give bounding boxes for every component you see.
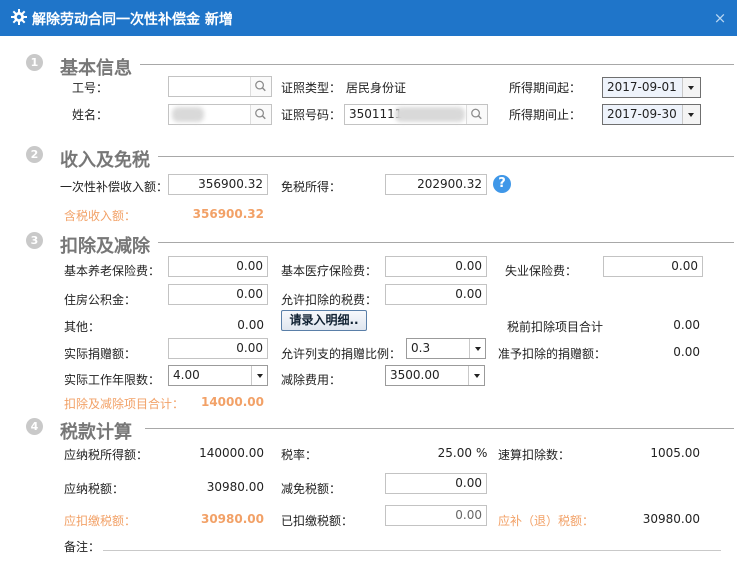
note-input[interactable] (103, 550, 721, 551)
id-number-label: 证照号码： (281, 108, 342, 122)
tax-rate-label: 税率： (281, 448, 318, 462)
search-icon[interactable] (250, 105, 271, 124)
unemployment-label: 失业保险费： (505, 264, 578, 278)
section-title-income: 收入及免税 (60, 150, 150, 171)
housing-fund-label: 住房公积金： (64, 293, 137, 307)
employee-id-label: 工号： (72, 81, 109, 95)
taxable-amount-value: 140000.00 (199, 446, 264, 460)
chevron-down-icon[interactable] (251, 366, 267, 385)
period-start-select[interactable]: 2017-09-01 (602, 77, 701, 98)
withhold-value: 30980.00 (200, 512, 264, 526)
taxable-income-value: 356900.32 (192, 207, 264, 221)
window-title: 解除劳动合同一次性补偿金 新增 (32, 12, 233, 28)
search-icon[interactable] (466, 105, 487, 124)
allowed-donation-label: 准予扣除的捐赠额： (498, 347, 607, 361)
tax-payable-label: 应纳税额： (64, 482, 125, 496)
chevron-down-icon[interactable] (682, 78, 700, 97)
donation-input[interactable]: 0.00 (168, 338, 268, 359)
other-value: 0.00 (237, 318, 264, 332)
tax-exempt-label: 免税所得： (281, 180, 342, 194)
withhold-label: 应扣缴税额： (64, 514, 137, 528)
section-title-basic-info: 基本信息 (60, 58, 132, 79)
section-title-deductions: 扣除及减除 (60, 236, 150, 257)
section-divider (140, 64, 734, 65)
section-divider (158, 156, 734, 157)
quick-deduct-value: 1005.00 (650, 446, 700, 460)
section-number-2: 2 (26, 146, 43, 163)
chevron-down-icon[interactable] (682, 105, 700, 124)
refund-label: 应补（退）税额： (498, 514, 595, 528)
period-end-select[interactable]: 2017-09-30 (602, 104, 701, 125)
search-icon[interactable] (250, 77, 271, 96)
unemployment-input[interactable]: 0.00 (603, 256, 703, 277)
pretax-total-label: 税前扣除项目合计 (507, 320, 604, 334)
period-end-label: 所得期间止： (509, 108, 582, 122)
help-icon[interactable]: ? (493, 175, 511, 193)
section-number-4: 4 (26, 418, 43, 435)
reduction-label: 减除费用： (281, 373, 342, 387)
tax-rate-unit: % (476, 446, 488, 460)
lump-sum-input[interactable]: 356900.32 (168, 174, 268, 195)
work-years-select[interactable]: 4.00 (168, 365, 268, 386)
allowed-tax-label: 允许扣除的税费： (281, 293, 378, 307)
section-divider (145, 428, 734, 429)
tax-relief-input[interactable]: 0.00 (385, 473, 487, 494)
donation-ratio-label: 允许列支的捐赠比例： (281, 347, 402, 361)
tax-exempt-input[interactable]: 202900.32 (385, 174, 487, 195)
donation-ratio-select[interactable]: 0.3 (406, 338, 486, 359)
refund-value: 30980.00 (642, 512, 700, 526)
medical-input[interactable]: 0.00 (385, 256, 487, 277)
section-number-3: 3 (26, 232, 43, 249)
taxable-income-label: 含税收入额： (64, 209, 137, 223)
other-label: 其他： (64, 320, 101, 334)
redacted-name (172, 107, 204, 122)
tax-relief-label: 减免税额： (281, 482, 342, 496)
section-divider (158, 242, 734, 243)
pretax-total-value: 0.00 (673, 318, 700, 332)
gear-icon (11, 9, 27, 25)
withheld-label: 已扣缴税额： (281, 514, 354, 528)
window-titlebar: 解除劳动合同一次性补偿金 新增 × (0, 0, 737, 36)
pension-input[interactable]: 0.00 (168, 256, 268, 277)
work-years-label: 实际工作年限数： (64, 373, 161, 387)
reduction-select[interactable]: 3500.00 (385, 365, 485, 386)
medical-label: 基本医疗保险费： (281, 264, 378, 278)
section-title-tax-calc: 税款计算 (60, 422, 132, 443)
allowed-donation-value: 0.00 (673, 345, 700, 359)
tax-rate-value: 25.00 (437, 446, 472, 460)
chevron-down-icon[interactable] (469, 339, 485, 358)
chevron-down-icon[interactable] (468, 366, 484, 385)
enter-details-button[interactable]: 请录入明细.. (281, 310, 367, 331)
id-type-label: 证照类型： (281, 81, 342, 95)
deduct-total-label: 扣除及减除项目合计： (64, 397, 185, 411)
housing-fund-input[interactable]: 0.00 (168, 284, 268, 305)
taxable-amount-label: 应纳税所得额： (64, 448, 149, 462)
close-icon[interactable]: × (712, 9, 728, 27)
tax-payable-value: 30980.00 (206, 480, 264, 494)
deduct-total-value: 14000.00 (200, 395, 264, 409)
withheld-input[interactable]: 0.00 (385, 505, 487, 526)
period-start-label: 所得期间起： (509, 81, 582, 95)
note-label: 备注： (64, 540, 101, 554)
lump-sum-label: 一次性补偿收入额： (60, 180, 169, 194)
id-type-value: 居民身份证 (346, 81, 407, 95)
pension-label: 基本养老保险费： (64, 264, 161, 278)
quick-deduct-label: 速算扣除数： (498, 448, 571, 462)
name-label: 姓名： (72, 108, 109, 122)
allowed-tax-input[interactable]: 0.00 (385, 284, 487, 305)
donation-label: 实际捐赠额： (64, 347, 137, 361)
redacted-id-number (395, 107, 465, 122)
employee-id-input[interactable] (168, 76, 272, 97)
section-number-1: 1 (26, 54, 43, 71)
